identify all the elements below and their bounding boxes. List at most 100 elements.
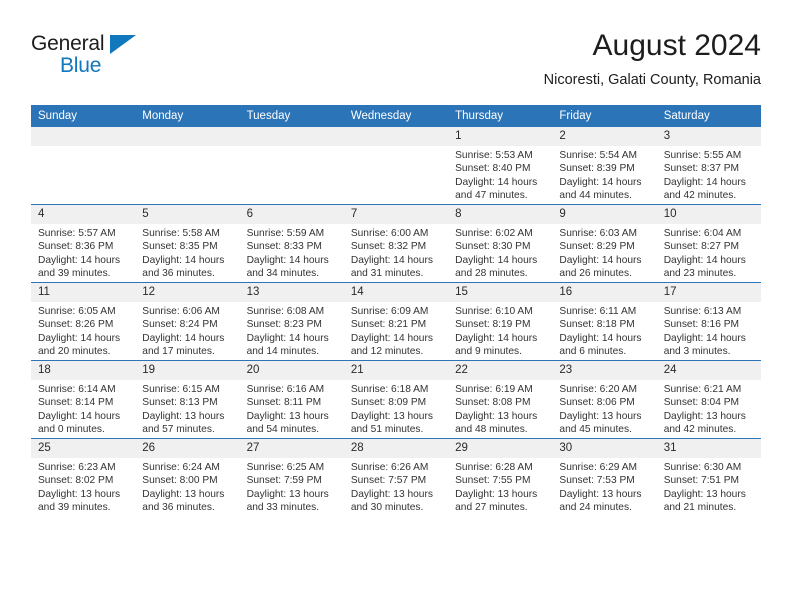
sunrise-text: Sunrise: 5:58 AM — [142, 228, 220, 239]
day-details: Sunrise: 5:53 AM Sunset: 8:40 PM Daylight:… — [448, 146, 552, 202]
day-number — [135, 127, 240, 146]
daylight-text-line1: Daylight: 13 hours — [663, 488, 746, 500]
day-details: Sunrise: 6:11 AM Sunset: 8:18 PM Daylight:… — [552, 302, 656, 358]
daylight-text-line2: and 21 minutes. — [663, 501, 737, 513]
day-number: 5 — [135, 205, 240, 224]
day-number: 24 — [656, 361, 761, 380]
daylight-text-line2: and 12 minutes. — [350, 345, 424, 357]
sunrise-text: Sunrise: 6:06 AM — [142, 306, 220, 317]
sunset-text: Sunset: 8:32 PM — [350, 241, 427, 253]
day-details: Sunrise: 6:09 AM Sunset: 8:21 PM Daylight:… — [344, 302, 448, 358]
day-cell[interactable]: 29 Sunrise: 6:28 AM Sunset: 7:55 PM Dayligh… — [448, 438, 553, 516]
day-details: Sunrise: 6:19 AM Sunset: 8:08 PM Daylight:… — [448, 380, 552, 436]
day-cell[interactable]: 30 Sunrise: 6:29 AM Sunset: 7:53 PM Dayligh… — [552, 438, 657, 516]
day-details: Sunrise: 6:29 AM Sunset: 7:53 PM Daylight:… — [552, 458, 656, 514]
day-cell[interactable]: 14 Sunrise: 6:09 AM Sunset: 8:21 PM Dayligh… — [343, 282, 449, 361]
day-cell[interactable]: 3 Sunrise: 5:55 AM Sunset: 8:37 PM Daylight… — [656, 127, 761, 205]
day-cell[interactable]: 12 Sunrise: 6:06 AM Sunset: 8:24 PM Dayligh… — [135, 282, 240, 361]
day-details: Sunrise: 5:59 AM Sunset: 8:33 PM Daylight:… — [240, 224, 344, 280]
day-number — [343, 127, 449, 146]
day-cell[interactable]: 22 Sunrise: 6:19 AM Sunset: 8:08 PM Dayligh… — [448, 360, 553, 439]
sunrise-text: Sunrise: 6:16 AM — [246, 384, 325, 395]
day-cell[interactable]: 4 Sunrise: 5:57 AM Sunset: 8:36 PM Daylight… — [31, 204, 136, 283]
brand-logo[interactable]: General Blue — [31, 32, 161, 84]
day-cell[interactable]: 1 Sunrise: 5:53 AM Sunset: 8:40 PM Daylight… — [448, 127, 553, 205]
daylight-text-line2: and 30 minutes. — [350, 501, 424, 513]
day-cell[interactable]: 23 Sunrise: 6:20 AM Sunset: 8:06 PM Dayligh… — [552, 360, 657, 439]
day-cell[interactable]: 13 Sunrise: 6:08 AM Sunset: 8:23 PM Dayligh… — [239, 282, 344, 361]
day-cell[interactable]: 28 Sunrise: 6:26 AM Sunset: 7:57 PM Dayligh… — [343, 438, 449, 516]
day-details: Sunrise: 6:30 AM Sunset: 7:51 PM Daylight:… — [657, 458, 761, 514]
day-cell[interactable]: 19 Sunrise: 6:15 AM Sunset: 8:13 PM Dayligh… — [135, 360, 240, 439]
day-cell[interactable]: 9 Sunrise: 6:03 AM Sunset: 8:29 PM Daylight… — [552, 204, 657, 283]
sunset-text: Sunset: 7:55 PM — [455, 475, 531, 487]
day-details: Sunrise: 6:23 AM Sunset: 8:02 PM Daylight:… — [31, 458, 135, 514]
day-cell[interactable]: 2 Sunrise: 5:54 AM Sunset: 8:39 PM Daylight… — [552, 127, 657, 205]
sunset-text: Sunset: 8:40 PM — [455, 163, 531, 175]
day-cell[interactable]: 25 Sunrise: 6:23 AM Sunset: 8:02 PM Dayligh… — [31, 438, 136, 516]
daylight-text-line1: Daylight: 13 hours — [455, 410, 538, 422]
sunrise-text: Sunrise: 6:20 AM — [559, 384, 637, 395]
sunrise-sunset-calendar: Sunday Monday Tuesday Wednesday Thursday Frid… — [31, 105, 761, 516]
sunrise-text: Sunrise: 6:11 AM — [559, 306, 637, 317]
daylight-text-line2: and 42 minutes. — [663, 423, 737, 435]
day-cell[interactable]: 26 Sunrise: 6:24 AM Sunset: 8:00 PM Dayligh… — [135, 438, 240, 516]
day-number: 4 — [31, 205, 136, 224]
title-block: August 2024 Nicoresti, Galati County, Ro… — [544, 28, 761, 91]
day-cell[interactable]: 31 Sunrise: 6:30 AM Sunset: 7:51 PM Dayligh… — [656, 438, 761, 516]
day-details: Sunrise: 6:24 AM Sunset: 8:00 PM Daylight:… — [135, 458, 239, 514]
sunrise-text: Sunrise: 5:53 AM — [455, 150, 533, 161]
daylight-text-line1: Daylight: 13 hours — [142, 410, 225, 422]
day-number: 17 — [656, 283, 761, 302]
calendar-week-row: 18 Sunrise: 6:14 AM Sunset: 8:14 PM Dayligh… — [31, 360, 761, 439]
day-cell[interactable]: 16 Sunrise: 6:11 AM Sunset: 8:18 PM Dayligh… — [552, 282, 657, 361]
day-cell[interactable]: 17 Sunrise: 6:13 AM Sunset: 8:16 PM Dayligh… — [656, 282, 761, 361]
daylight-text-line1: Daylight: 14 hours — [559, 176, 642, 188]
day-cell[interactable]: 6 Sunrise: 5:59 AM Sunset: 8:33 PM Daylight… — [239, 204, 344, 283]
sunrise-text: Sunrise: 6:04 AM — [663, 228, 742, 239]
calendar-week-row: 25 Sunrise: 6:23 AM Sunset: 8:02 PM Dayligh… — [31, 438, 761, 516]
daylight-text-line1: Daylight: 14 hours — [350, 332, 433, 344]
brand-triangle-icon — [110, 35, 136, 54]
day-cell[interactable]: 5 Sunrise: 5:58 AM Sunset: 8:35 PM Daylight… — [135, 204, 240, 283]
sunset-text: Sunset: 7:57 PM — [350, 475, 427, 487]
day-details: Sunrise: 6:28 AM Sunset: 7:55 PM Daylight:… — [448, 458, 552, 514]
daylight-text-line1: Daylight: 14 hours — [38, 332, 121, 344]
sunset-text: Sunset: 8:11 PM — [246, 397, 322, 409]
daylight-text-line1: Daylight: 13 hours — [246, 488, 329, 500]
calendar-header-row: Sunday Monday Tuesday Wednesday Thursday Frid… — [31, 105, 761, 127]
daylight-text-line2: and 0 minutes. — [38, 423, 105, 435]
day-cell[interactable]: 27 Sunrise: 6:25 AM Sunset: 7:59 PM Dayligh… — [239, 438, 344, 516]
page-subtitle: Nicoresti, Galati County, Romania — [543, 72, 761, 88]
weekday-header-thursday: Thursday — [448, 105, 553, 127]
day-cell[interactable]: 8 Sunrise: 6:02 AM Sunset: 8:30 PM Daylight… — [448, 204, 553, 283]
day-details: Sunrise: 6:00 AM Sunset: 8:32 PM Daylight:… — [344, 224, 448, 280]
day-cell[interactable]: 7 Sunrise: 6:00 AM Sunset: 8:32 PM Daylight… — [343, 204, 449, 283]
day-cell[interactable]: 10 Sunrise: 6:04 AM Sunset: 8:27 PM Dayligh… — [656, 204, 761, 283]
sunset-text: Sunset: 8:23 PM — [246, 319, 322, 331]
day-number: 30 — [552, 439, 657, 458]
daylight-text-line1: Daylight: 14 hours — [142, 254, 225, 266]
daylight-text-line1: Daylight: 13 hours — [350, 488, 433, 500]
sunrise-text: Sunrise: 6:25 AM — [246, 462, 325, 473]
daylight-text-line2: and 24 minutes. — [559, 501, 632, 513]
sunrise-text: Sunrise: 6:03 AM — [559, 228, 637, 239]
day-cell[interactable]: 18 Sunrise: 6:14 AM Sunset: 8:14 PM Dayligh… — [31, 360, 136, 439]
day-cell[interactable]: 24 Sunrise: 6:21 AM Sunset: 8:04 PM Dayligh… — [656, 360, 761, 439]
daylight-text-line1: Daylight: 13 hours — [559, 488, 642, 500]
day-number: 9 — [552, 205, 657, 224]
day-details: Sunrise: 6:03 AM Sunset: 8:29 PM Daylight:… — [552, 224, 656, 280]
day-number: 6 — [239, 205, 344, 224]
sunrise-text: Sunrise: 5:55 AM — [663, 150, 742, 161]
sunrise-text: Sunrise: 6:08 AM — [246, 306, 325, 317]
daylight-text-line1: Daylight: 14 hours — [663, 332, 746, 344]
day-cell[interactable]: 20 Sunrise: 6:16 AM Sunset: 8:11 PM Dayligh… — [239, 360, 344, 439]
day-details: Sunrise: 6:08 AM Sunset: 8:23 PM Daylight:… — [240, 302, 344, 358]
sunset-text: Sunset: 8:09 PM — [350, 397, 427, 409]
page-title: August 2024 — [592, 29, 761, 62]
day-cell[interactable]: 21 Sunrise: 6:18 AM Sunset: 8:09 PM Dayligh… — [343, 360, 449, 439]
day-cell[interactable]: 15 Sunrise: 6:10 AM Sunset: 8:19 PM Dayligh… — [448, 282, 553, 361]
day-cell[interactable]: 11 Sunrise: 6:05 AM Sunset: 8:26 PM Dayligh… — [31, 282, 136, 361]
daylight-text-line2: and 17 minutes. — [142, 345, 215, 357]
day-details: Sunrise: 5:55 AM Sunset: 8:37 PM Daylight:… — [657, 146, 761, 202]
